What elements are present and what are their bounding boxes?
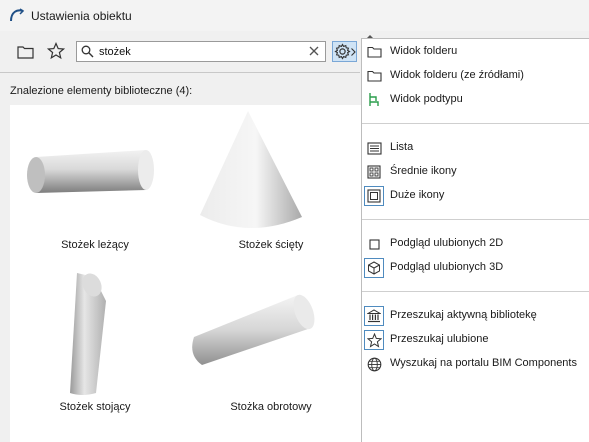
menu-item-bim-components[interactable]: Wyszukaj na portalu BIM Components [362, 353, 589, 375]
search-input[interactable] [99, 43, 299, 60]
subtype-icon [364, 90, 384, 110]
menu-item-folder-view[interactable]: Widok folderu [362, 41, 589, 63]
menu-item-label: Przeszukaj ulubione [390, 333, 489, 345]
result-label: Stożek leżący [61, 239, 129, 251]
menu-item-label: Lista [390, 141, 414, 153]
menu-item-label: Przeszukaj aktywną bibliotekę [390, 309, 537, 321]
lying-cone-thumbnail [27, 150, 154, 193]
standing-cone-thumbnail [70, 273, 106, 395]
gear-icon [334, 43, 351, 60]
result-tile[interactable]: Stożek ścięty [186, 105, 356, 265]
chevron-right-icon [351, 48, 356, 56]
clear-icon[interactable] [308, 45, 320, 57]
menu-item-label: Duże ikony [390, 189, 445, 201]
star-icon [47, 42, 65, 60]
result-tile[interactable]: Stożek stojący [10, 267, 180, 427]
folder-icon [16, 46, 34, 59]
menu-divider [362, 291, 589, 292]
favorites-button[interactable] [45, 40, 67, 62]
menu-item-label: Średnie ikony [390, 165, 457, 177]
rotated-cone-thumbnail [192, 294, 315, 365]
truncated-cone-thumbnail [200, 111, 302, 229]
star-icon [364, 330, 384, 350]
folder-view-button[interactable] [14, 41, 36, 63]
menu-item-favorites-2d[interactable]: Podgląd ulubionych 2D [362, 233, 589, 255]
folder-icon [364, 66, 384, 86]
preview-3d-icon [364, 258, 384, 278]
menu-item-large-icons[interactable]: Duże ikony [362, 185, 589, 207]
preview-2d-icon [364, 234, 384, 254]
list-icon [364, 138, 384, 158]
view-options-button[interactable] [332, 41, 357, 62]
result-tile[interactable]: Stożek leżący [10, 105, 180, 265]
folder-icon [364, 42, 384, 62]
app-icon [10, 8, 25, 22]
menu-item-folder-view-sources[interactable]: Widok folderu (ze źródłami) [362, 65, 589, 87]
library-icon [364, 306, 384, 326]
search-icon [81, 45, 94, 58]
globe-icon [364, 354, 384, 374]
menu-item-subtype-view[interactable]: Widok podtypu [362, 89, 589, 111]
menu-item-favorites-3d[interactable]: Podgląd ulubionych 3D [362, 257, 589, 279]
menu-item-label: Wyszukaj na portalu BIM Components [390, 357, 577, 369]
result-label: Stożek ścięty [238, 239, 304, 251]
results-panel: Stożek leżący Stożek ścięty Stożek stoją… [10, 105, 362, 442]
menu-item-label: Podgląd ulubionych 3D [390, 261, 504, 273]
menu-item-label: Widok podtypu [390, 93, 463, 105]
result-tile[interactable]: Stożka obrotowy [186, 267, 356, 427]
large-icons-icon [364, 186, 384, 206]
menu-divider [362, 219, 589, 220]
result-label: Stożek stojący [59, 401, 131, 413]
results-heading: Znalezione elementy biblioteczne (4): [10, 85, 193, 97]
menu-item-search-favorites[interactable]: Przeszukaj ulubione [362, 329, 589, 351]
menu-item-label: Widok folderu [390, 45, 458, 57]
view-options-menu: Widok folderu Widok folderu (ze źródłami… [361, 38, 589, 442]
menu-item-list[interactable]: Lista [362, 137, 589, 159]
medium-icons-icon [364, 162, 384, 182]
title-bar: Ustawienia obiektu [0, 0, 589, 31]
window-title: Ustawienia obiektu [31, 9, 132, 23]
menu-divider [362, 123, 589, 124]
search-box[interactable] [76, 41, 326, 62]
menu-item-medium-icons[interactable]: Średnie ikony [362, 161, 589, 183]
menu-item-label: Widok folderu (ze źródłami) [390, 69, 524, 81]
menu-item-search-library[interactable]: Przeszukaj aktywną bibliotekę [362, 305, 589, 327]
result-label: Stożka obrotowy [230, 401, 312, 413]
menu-item-label: Podgląd ulubionych 2D [390, 237, 504, 249]
toolbar-divider [0, 72, 360, 73]
